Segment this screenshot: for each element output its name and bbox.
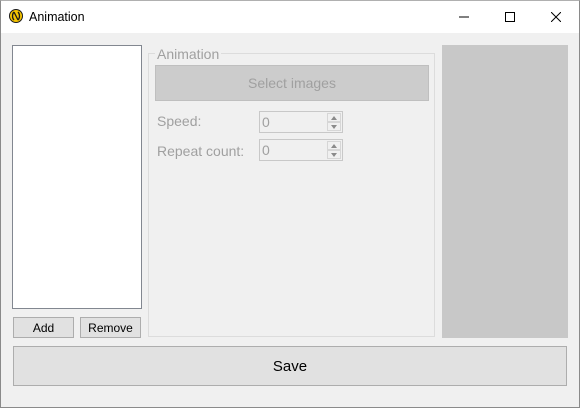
close-icon (551, 12, 561, 22)
window-title: Animation (29, 10, 85, 24)
speed-decrement-button[interactable] (327, 122, 341, 131)
app-logo-icon (9, 9, 23, 23)
image-listbox[interactable] (12, 45, 142, 309)
repeat-count-decrement-button[interactable] (327, 150, 341, 159)
animation-group-label: Animation (155, 46, 222, 62)
minimize-button[interactable] (441, 1, 487, 33)
minimize-icon (459, 16, 469, 18)
animation-preview-panel (442, 45, 568, 338)
speed-increment-button[interactable] (327, 113, 341, 122)
repeat-count-stepper[interactable]: 0 (259, 139, 343, 161)
caret-up-icon (331, 115, 337, 120)
repeat-count-increment-button[interactable] (327, 141, 341, 150)
remove-button[interactable]: Remove (80, 317, 141, 338)
repeat-count-label: Repeat count: (157, 143, 245, 159)
close-button[interactable] (533, 1, 579, 33)
add-button[interactable]: Add (13, 317, 74, 338)
caret-up-icon (331, 143, 337, 148)
repeat-count-value[interactable]: 0 (262, 142, 270, 158)
speed-label: Speed: (157, 113, 202, 129)
maximize-icon (505, 12, 515, 22)
animation-window: Animation Add Remove Animation Select im… (0, 0, 580, 408)
window-client-area: Add Remove Animation Select images Speed… (1, 33, 579, 407)
save-button[interactable]: Save (13, 346, 567, 386)
title-bar[interactable]: Animation (1, 1, 579, 33)
select-images-button[interactable]: Select images (155, 65, 429, 101)
maximize-button[interactable] (487, 1, 533, 33)
speed-stepper[interactable]: 0 (259, 111, 343, 133)
caret-down-icon (331, 152, 337, 157)
speed-value[interactable]: 0 (262, 114, 270, 130)
caret-down-icon (331, 124, 337, 129)
